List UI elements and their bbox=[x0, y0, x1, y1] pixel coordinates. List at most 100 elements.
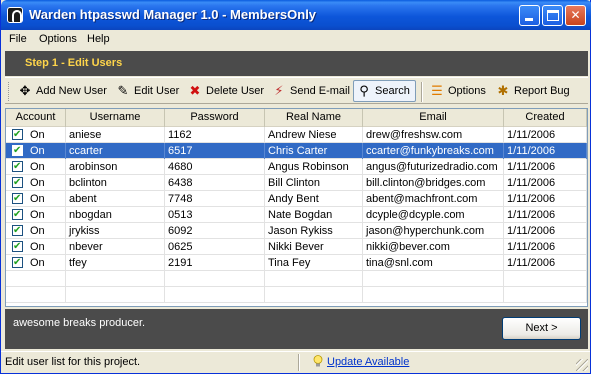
username-cell: ccarter bbox=[66, 143, 165, 159]
account-status-text: On bbox=[30, 129, 45, 141]
username-cell bbox=[66, 271, 165, 287]
next-button[interactable]: Next > bbox=[502, 317, 581, 340]
window-title: Warden htpasswd Manager 1.0 - MembersOnl… bbox=[29, 7, 317, 22]
account-status-text: On bbox=[30, 161, 45, 173]
toolbar-grip[interactable] bbox=[8, 82, 11, 101]
username-cell: nbogdan bbox=[66, 207, 165, 223]
users-table[interactable]: Account Username Password Real Name Emai… bbox=[5, 108, 588, 307]
table-row[interactable]: On ccarter6517Chris Carterccarter@funkybr… bbox=[6, 143, 587, 159]
account-enabled-checkbox[interactable] bbox=[12, 175, 23, 191]
account-status-text: On bbox=[30, 209, 45, 221]
table-header: Account Username Password Real Name Emai… bbox=[6, 109, 587, 127]
account-status-text: On bbox=[30, 193, 45, 205]
email-cell: ccarter@funkybreaks.com bbox=[363, 143, 504, 159]
realname-cell: Andrew Niese bbox=[265, 127, 363, 143]
username-cell: jrykiss bbox=[66, 223, 165, 239]
account-enabled-checkbox[interactable] bbox=[12, 191, 23, 207]
table-row[interactable]: On arobinson4680Angus Robinsonangus@futur… bbox=[6, 159, 587, 175]
resize-grip[interactable] bbox=[576, 359, 588, 371]
options-label: Options bbox=[448, 85, 486, 97]
password-cell: 0625 bbox=[165, 239, 265, 255]
search-label: Search bbox=[375, 85, 410, 97]
add-user-button[interactable]: ✥ Add New User bbox=[17, 83, 109, 101]
add-user-icon: ✥ bbox=[19, 83, 31, 98]
report-bug-button[interactable]: ✱ Report Bug bbox=[495, 83, 579, 101]
account-cell bbox=[6, 271, 66, 287]
empty-table-row[interactable] bbox=[6, 271, 587, 287]
edit-user-button[interactable]: ✎ Edit User bbox=[115, 83, 181, 101]
title-bar[interactable]: Warden htpasswd Manager 1.0 - MembersOnl… bbox=[1, 0, 591, 30]
col-password[interactable]: Password bbox=[165, 109, 265, 127]
email-cell bbox=[363, 271, 504, 287]
account-enabled-checkbox[interactable] bbox=[12, 223, 23, 239]
col-realname[interactable]: Real Name bbox=[265, 109, 363, 127]
account-enabled-checkbox[interactable] bbox=[12, 255, 23, 271]
search-button[interactable]: ⚲ Search bbox=[356, 83, 414, 101]
username-cell: abent bbox=[66, 191, 165, 207]
account-enabled-checkbox[interactable] bbox=[12, 159, 23, 175]
account-cell: On bbox=[6, 143, 66, 159]
edit-user-label: Edit User bbox=[134, 85, 180, 97]
table-row[interactable]: On abent7748Andy Bentabent@machfront.com1… bbox=[6, 191, 587, 207]
status-text: Edit user list for this project. bbox=[5, 356, 141, 368]
user-notes-panel: awesome breaks producer. Next > bbox=[5, 309, 588, 349]
send-email-button[interactable]: ⚡ Send E-mail bbox=[271, 83, 351, 101]
status-bar: Edit user list for this project. Update … bbox=[1, 351, 590, 373]
menu-options[interactable]: Options bbox=[39, 33, 77, 45]
account-enabled-checkbox[interactable] bbox=[12, 239, 23, 255]
table-row[interactable]: On bclinton6438Bill Clintonbill.clinton@b… bbox=[6, 175, 587, 191]
password-cell: 6438 bbox=[165, 175, 265, 191]
created-cell bbox=[504, 287, 587, 303]
minimize-button[interactable] bbox=[519, 5, 540, 26]
empty-table-row[interactable] bbox=[6, 287, 587, 303]
password-cell: 6092 bbox=[165, 223, 265, 239]
minimize-icon bbox=[525, 18, 533, 21]
close-button[interactable]: ✕ bbox=[565, 5, 586, 26]
user-notes: awesome breaks producer. bbox=[13, 317, 146, 329]
username-cell bbox=[66, 287, 165, 303]
options-button[interactable]: ☰ Options bbox=[429, 83, 489, 101]
created-cell: 1/11/2006 bbox=[504, 255, 587, 271]
menu-help[interactable]: Help bbox=[87, 33, 110, 45]
col-account[interactable]: Account bbox=[6, 109, 66, 127]
account-enabled-checkbox[interactable] bbox=[12, 127, 23, 143]
email-cell: nikki@bever.com bbox=[363, 239, 504, 255]
bug-icon: ✱ bbox=[497, 83, 509, 98]
col-email[interactable]: Email bbox=[363, 109, 504, 127]
account-status-text: On bbox=[30, 241, 45, 253]
username-cell: arobinson bbox=[66, 159, 165, 175]
table-row[interactable]: On jrykiss6092Jason Rykissjason@hyperchun… bbox=[6, 223, 587, 239]
table-row[interactable]: On tfey2191Tina Feytina@snl.com1/11/2006 bbox=[6, 255, 587, 271]
password-cell: 7748 bbox=[165, 191, 265, 207]
realname-cell: Nate Bogdan bbox=[265, 207, 363, 223]
delete-user-button[interactable]: ✖ Delete User bbox=[187, 83, 265, 101]
username-cell: tfey bbox=[66, 255, 165, 271]
account-enabled-checkbox[interactable] bbox=[12, 143, 23, 159]
table-row[interactable]: On nbogdan0513Nate Bogdandcyple@dcyple.co… bbox=[6, 207, 587, 223]
account-cell: On bbox=[6, 207, 66, 223]
created-cell bbox=[504, 271, 587, 287]
menu-file[interactable]: File bbox=[9, 33, 27, 45]
account-cell: On bbox=[6, 175, 66, 191]
account-enabled-checkbox[interactable] bbox=[12, 207, 23, 223]
add-user-label: Add New User bbox=[36, 85, 107, 97]
update-available-link[interactable]: Update Available bbox=[327, 356, 409, 368]
created-cell: 1/11/2006 bbox=[504, 191, 587, 207]
col-username[interactable]: Username bbox=[66, 109, 165, 127]
menu-bar: File Options Help bbox=[5, 30, 588, 48]
table-row[interactable]: On aniese1162Andrew Niesedrew@freshsw.com… bbox=[6, 127, 587, 143]
table-row[interactable]: On nbever0625Nikki Bevernikki@bever.com1/… bbox=[6, 239, 587, 255]
email-cell: abent@machfront.com bbox=[363, 191, 504, 207]
created-cell: 1/11/2006 bbox=[504, 143, 587, 159]
maximize-button[interactable] bbox=[542, 5, 563, 26]
email-cell: angus@futurizedradio.com bbox=[363, 159, 504, 175]
password-cell: 0513 bbox=[165, 207, 265, 223]
account-cell: On bbox=[6, 239, 66, 255]
email-cell: dcyple@dcyple.com bbox=[363, 207, 504, 223]
created-cell: 1/11/2006 bbox=[504, 207, 587, 223]
password-cell bbox=[165, 271, 265, 287]
col-created[interactable]: Created bbox=[504, 109, 587, 127]
realname-cell: Tina Fey bbox=[265, 255, 363, 271]
account-cell: On bbox=[6, 223, 66, 239]
send-email-label: Send E-mail bbox=[290, 85, 350, 97]
